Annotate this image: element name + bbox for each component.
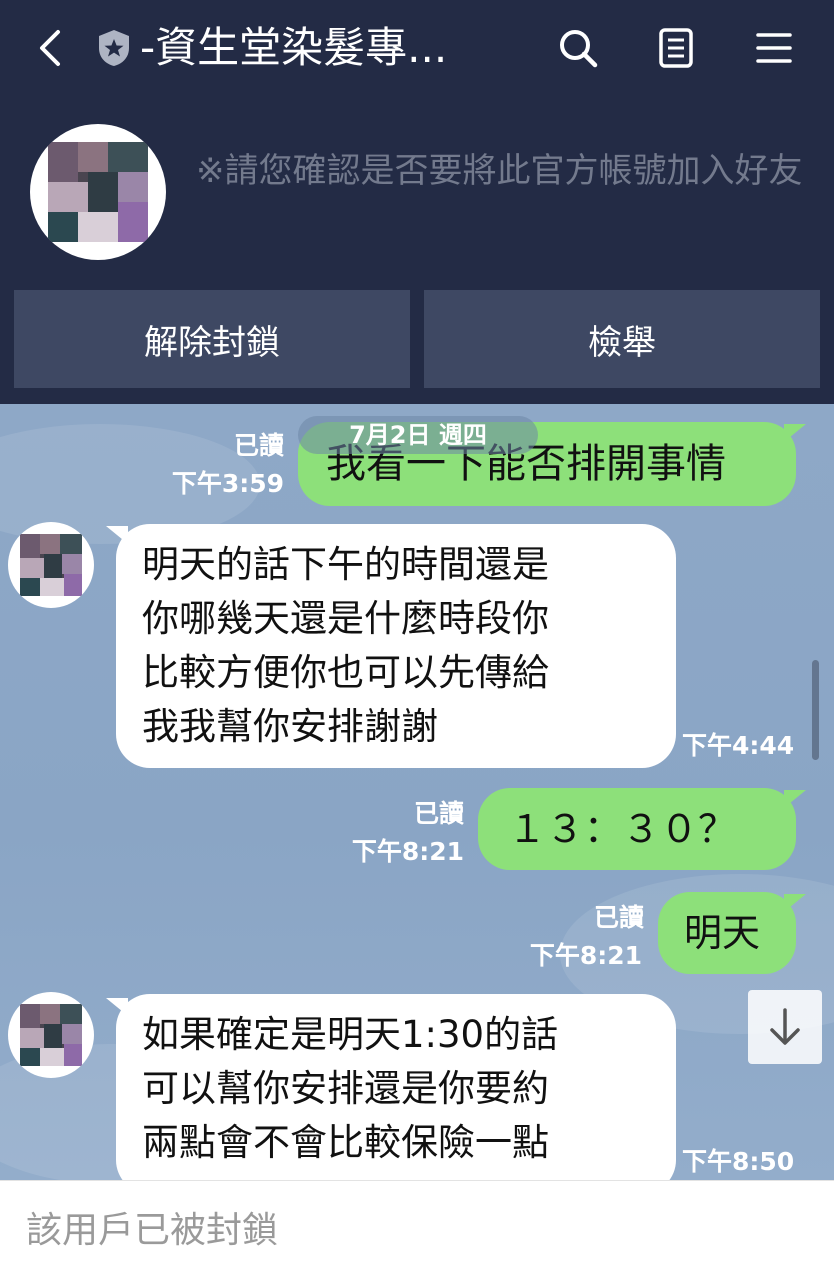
input-bar: 該用戶已被封鎖 xyxy=(0,1180,834,1281)
message-text: １３：３０？ xyxy=(508,807,737,851)
bubble-tail xyxy=(784,894,806,912)
report-button[interactable]: 檢舉 xyxy=(424,290,820,388)
message-line: 你哪幾天還是什麼時段你 xyxy=(142,597,549,640)
chat-header: -資生堂染髮專... ※請您確認是否要將此官方帳號加入好友 解除封鎖 檢舉 xyxy=(0,0,834,404)
read-receipt: 已讀 xyxy=(413,799,464,828)
avatar-collage-image xyxy=(20,1004,82,1066)
search-icon xyxy=(560,30,598,68)
scrollbar[interactable] xyxy=(812,660,819,760)
add-friend-notice: ※請您確認是否要將此官方帳號加入好友 xyxy=(196,151,803,191)
message-line: 比較方便你也可以先傳給 xyxy=(142,651,549,694)
official-shield-star-icon xyxy=(99,30,129,66)
scroll-to-bottom-button[interactable] xyxy=(748,990,822,1064)
chat-area[interactable]: 已讀 下午3:59 我看一下能否排開事情 7月2日 週四 明天的話下午的時間還是… xyxy=(0,404,834,1180)
menu-icon xyxy=(756,33,792,63)
incoming-message[interactable]: 如果確定是明天1:30的話 可以幫你安排還是你要約 兩點會不會比較保險一點 xyxy=(116,994,676,1180)
incoming-message[interactable]: 明天的話下午的時間還是 你哪幾天還是什麼時段你 比較方便你也可以先傳給 我我幫你… xyxy=(116,524,676,768)
message-line: 我我幫你安排謝謝 xyxy=(142,705,438,748)
message-time: 下午3:59 xyxy=(171,469,284,498)
outgoing-message[interactable]: 明天 xyxy=(658,892,796,974)
avatar-collage-image xyxy=(20,534,82,596)
back-button[interactable] xyxy=(30,24,70,72)
arrow-down-icon xyxy=(770,1008,800,1045)
unblock-button[interactable]: 解除封鎖 xyxy=(14,290,410,388)
message-time: 下午4:44 xyxy=(682,731,795,760)
blocked-status-text: 該用戶已被封鎖 xyxy=(26,1210,279,1251)
read-receipt: 已讀 xyxy=(233,431,284,460)
search-button[interactable] xyxy=(556,26,600,70)
bubble-tail xyxy=(784,424,806,442)
outgoing-message[interactable]: １３：３０？ xyxy=(478,788,796,870)
chat-title: -資生堂染髮專... xyxy=(140,23,448,72)
top-bar: -資生堂染髮專... xyxy=(0,0,834,100)
menu-button[interactable] xyxy=(752,26,796,70)
date-separator: 7月2日 週四 xyxy=(298,416,538,454)
message-line: 明天的話下午的時間還是 xyxy=(142,543,549,586)
chevron-left-icon xyxy=(40,30,60,66)
read-receipt: 已讀 xyxy=(593,903,644,932)
avatar-collage-image xyxy=(48,142,148,242)
notes-button[interactable] xyxy=(654,26,698,70)
message-text: 明天 xyxy=(684,911,761,955)
sender-avatar[interactable] xyxy=(8,522,94,608)
sender-avatar[interactable] xyxy=(8,992,94,1078)
message-line: 兩點會不會比較保險一點 xyxy=(142,1121,549,1164)
notes-icon xyxy=(659,28,693,68)
message-line: 可以幫你安排還是你要約 xyxy=(142,1067,549,1110)
bubble-tail xyxy=(784,790,806,808)
message-time: 下午8:21 xyxy=(351,837,464,866)
message-line: 如果確定是明天1:30的話 xyxy=(142,1013,559,1056)
message-time: 下午8:50 xyxy=(682,1147,795,1176)
message-time: 下午8:21 xyxy=(529,941,642,970)
official-account-avatar[interactable] xyxy=(30,124,166,260)
